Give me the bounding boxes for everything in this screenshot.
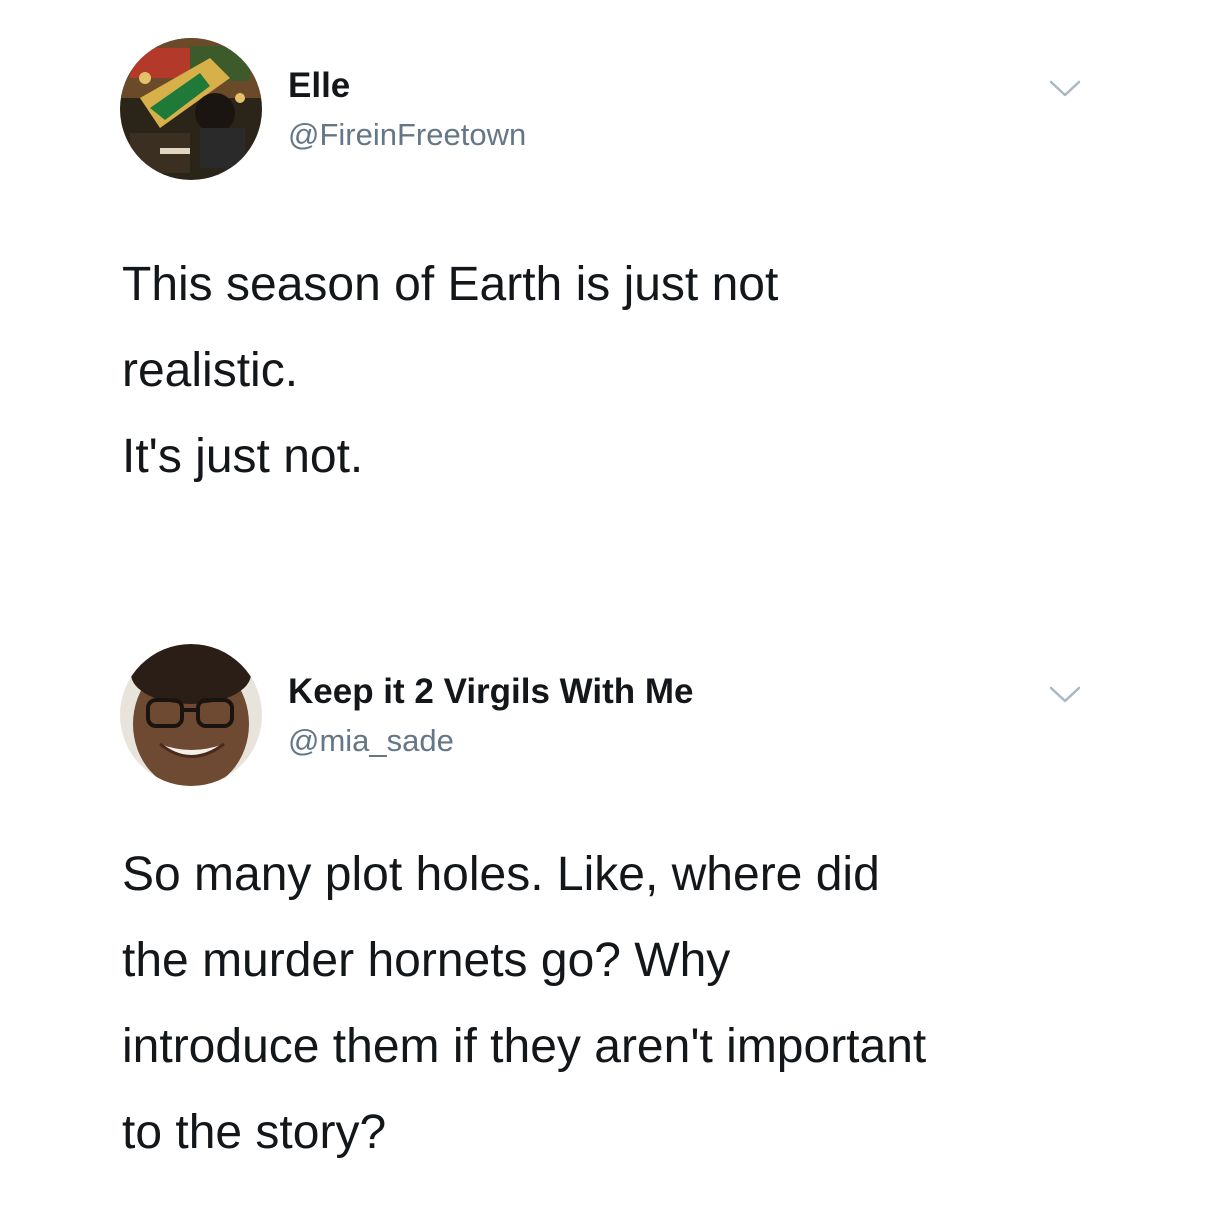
tweet-text: So many plot holes. Like, where did the … [122,832,1122,1176]
tweet-text-line: This season of Earth is just not [122,258,779,311]
avatar-image [120,644,262,786]
tweet-text-line: realistic. [122,344,299,397]
chevron-down-icon[interactable] [1046,683,1084,707]
user-handle[interactable]: @mia_sade [288,723,454,759]
chevron-down-icon[interactable] [1046,77,1084,101]
tweet-text-line: So many plot holes. Like, where did [122,848,880,901]
tweet-text-line: the murder hornets go? Why [122,934,731,987]
avatar[interactable] [120,38,262,180]
avatar-image [120,38,262,180]
tweet-text-line: to the story? [122,1106,387,1159]
display-name[interactable]: Elle [288,66,350,106]
user-handle[interactable]: @FireinFreetown [288,117,526,153]
tweet-text-line: It's just not. [122,430,364,483]
avatar[interactable] [120,644,262,786]
tweet-text-line: introduce them if they aren't important [122,1020,927,1073]
tweet-text: This season of Earth is just not realist… [122,242,1122,500]
display-name[interactable]: Keep it 2 Virgils With Me [288,672,694,712]
